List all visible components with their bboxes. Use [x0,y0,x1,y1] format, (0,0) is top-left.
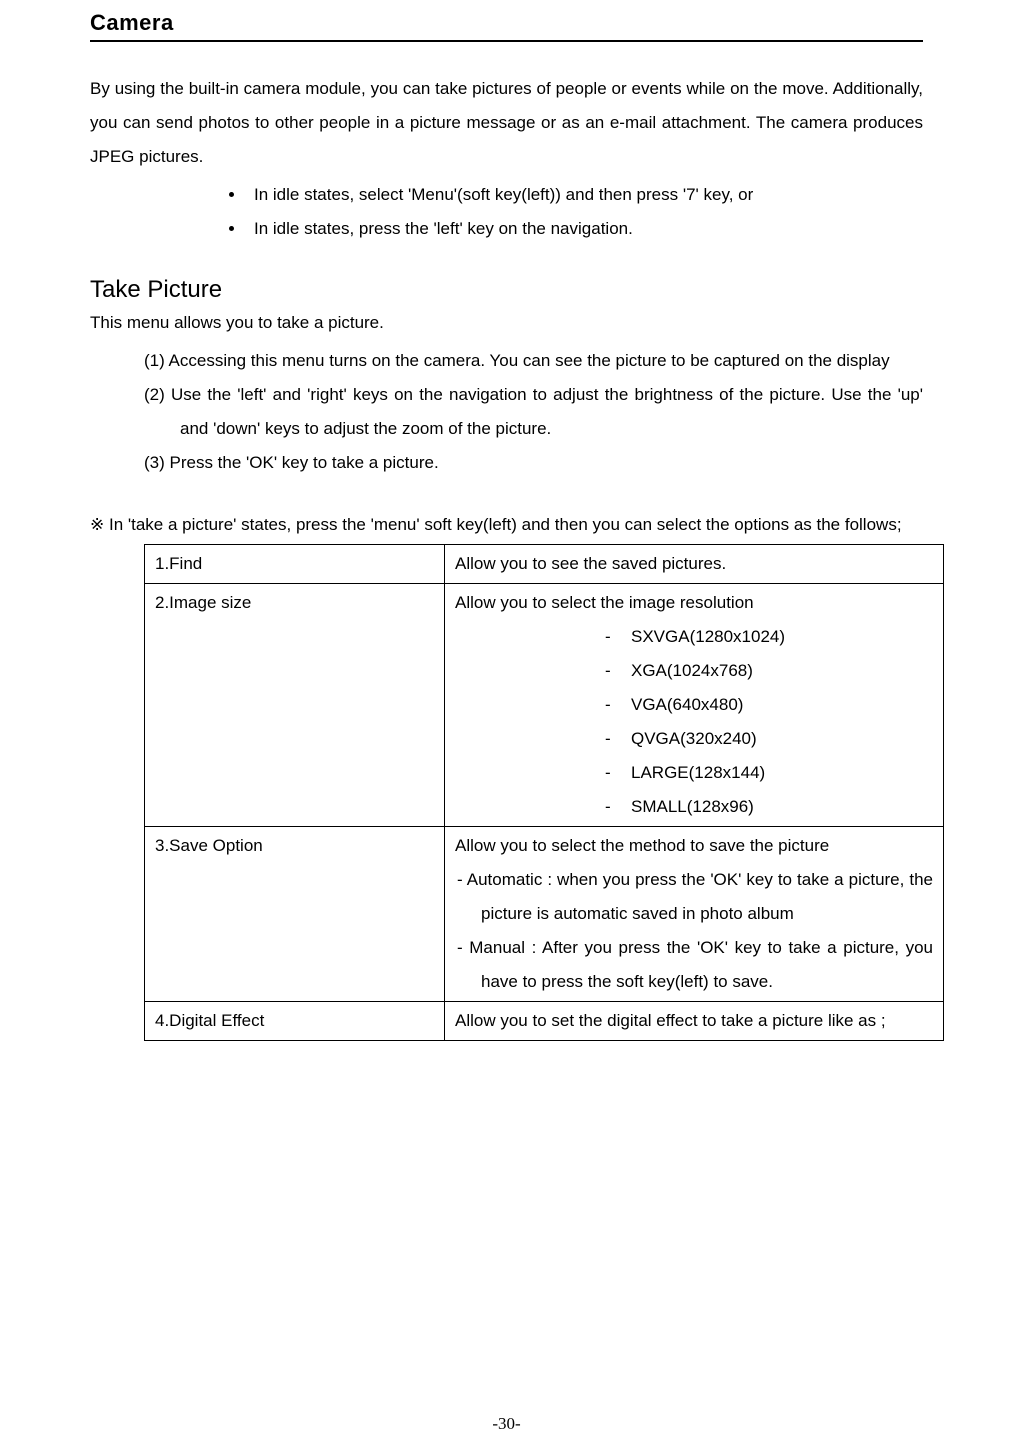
table-row: 1.Find Allow you to see the saved pictur… [145,545,944,584]
image-size-value: SMALL(128x96) [631,797,754,816]
option-name: 3.Save Option [145,827,445,1002]
image-size-value: XGA(1024x768) [631,661,753,680]
section-title: Take Picture [90,276,923,304]
image-size-item: -SMALL(128x96) [605,790,933,824]
image-size-value: VGA(640x480) [631,695,743,714]
page-number: -30- [0,1414,1013,1434]
image-size-item: -SXVGA(1280x1024) [605,620,933,654]
image-size-item: -LARGE(128x144) [605,756,933,790]
image-size-item: -XGA(1024x768) [605,654,933,688]
intro-paragraph: By using the built-in camera module, you… [90,72,923,174]
save-option-list: - Automatic : when you press the 'OK' ke… [455,863,933,999]
option-desc-intro: Allow you to select the image resolution [455,586,933,620]
dash-icon: - [605,790,631,824]
section-subtitle: This menu allows you to take a picture. [90,306,923,340]
step-item: (3) Press the 'OK' key to take a picture… [144,446,923,480]
table-row: 2.Image size Allow you to select the ima… [145,584,944,827]
options-table: 1.Find Allow you to see the saved pictur… [144,544,944,1041]
option-name: 2.Image size [145,584,445,827]
page-root: Camera By using the built-in camera modu… [0,0,1013,1456]
image-size-list: -SXVGA(1280x1024) -XGA(1024x768) -VGA(64… [455,620,933,824]
image-size-item: -VGA(640x480) [605,688,933,722]
image-size-value: SXVGA(1280x1024) [631,627,785,646]
bullet-item: In idle states, select 'Menu'(soft key(l… [246,178,923,212]
option-desc: Allow you to set the digital effect to t… [445,1002,944,1041]
step-item: (1) Accessing this menu turns on the cam… [144,344,923,378]
title-underline [90,40,923,42]
numbered-steps: (1) Accessing this menu turns on the cam… [90,344,923,480]
dash-icon: - [605,620,631,654]
image-size-item: -QVGA(320x240) [605,722,933,756]
option-desc: Allow you to select the image resolution… [445,584,944,827]
options-table-wrap: 1.Find Allow you to see the saved pictur… [90,544,923,1041]
bullet-item: In idle states, press the 'left' key on … [246,212,923,246]
option-name: 1.Find [145,545,445,584]
option-desc: Allow you to select the method to save t… [445,827,944,1002]
image-size-value: LARGE(128x144) [631,763,765,782]
intro-bullets: In idle states, select 'Menu'(soft key(l… [90,178,923,246]
dash-icon: - [605,722,631,756]
save-option-item: - Manual : After you press the 'OK' key … [457,931,933,999]
dash-icon: - [605,654,631,688]
option-desc-intro: Allow you to select the method to save t… [455,829,933,863]
page-title: Camera [90,10,923,36]
save-option-item: - Automatic : when you press the 'OK' ke… [457,863,933,931]
option-name: 4.Digital Effect [145,1002,445,1041]
table-row: 3.Save Option Allow you to select the me… [145,827,944,1002]
dash-icon: - [605,756,631,790]
note-paragraph: ※ In 'take a picture' states, press the … [90,508,923,542]
dash-icon: - [605,688,631,722]
option-desc: Allow you to see the saved pictures. [445,545,944,584]
table-row: 4.Digital Effect Allow you to set the di… [145,1002,944,1041]
step-item: (2) Use the 'left' and 'right' keys on t… [144,378,923,446]
image-size-value: QVGA(320x240) [631,729,757,748]
